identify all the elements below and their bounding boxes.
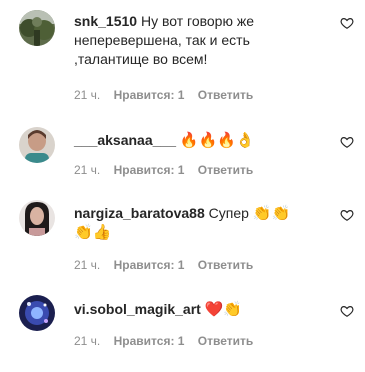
sparkle-art-avatar-icon [19, 295, 55, 331]
comment-meta: 21 ч. Нравится: 1 Ответить [74, 334, 263, 348]
comment-username[interactable]: vi.sobol_magik_art [74, 301, 201, 317]
comment-username[interactable]: nargiza_baratova88 [74, 205, 205, 221]
comment-username[interactable]: ___aksanaa___ [74, 132, 176, 148]
comment-emoji: 👏👏 [252, 204, 291, 222]
comment-text: Супер [208, 205, 249, 221]
comment-text: ,талантище во всем! [74, 51, 208, 67]
avatar[interactable] [19, 127, 55, 163]
reply-button[interactable]: Ответить [198, 258, 253, 272]
woman-photo-avatar-icon [19, 127, 55, 163]
avatar[interactable] [19, 295, 55, 331]
avatar[interactable] [19, 200, 55, 236]
likes-count-button[interactable]: Нравится: 1 [114, 163, 185, 177]
comment-username[interactable]: snk_1510 [74, 13, 137, 29]
like-heart-icon[interactable] [340, 304, 354, 318]
forest-photo-avatar-icon [19, 10, 55, 46]
comment-meta: 21 ч. Нравится: 1 Ответить [74, 88, 263, 102]
comment-meta: 21 ч. Нравится: 1 Ответить [74, 258, 263, 272]
reply-button[interactable]: Ответить [198, 334, 253, 348]
comment-time: 21 ч. [74, 163, 101, 177]
like-heart-icon[interactable] [340, 16, 354, 30]
likes-count-button[interactable]: Нравится: 1 [114, 258, 185, 272]
like-heart-icon[interactable] [340, 135, 354, 149]
comment-text: Ну вот говорю же [140, 13, 254, 29]
woman-dark-hair-avatar-icon [19, 200, 55, 236]
like-heart-icon[interactable] [340, 208, 354, 222]
comments-list: snk_1510 Ну вот говорю же неперевершена,… [0, 0, 365, 372]
reply-button[interactable]: Ответить [198, 88, 253, 102]
avatar[interactable] [19, 10, 55, 46]
comment-emoji: 👏👍 [74, 223, 112, 241]
comment-time: 21 ч. [74, 334, 101, 348]
comment-emoji: ❤️👏 [204, 300, 243, 318]
comment-emoji: 🔥🔥🔥👌 [179, 131, 255, 149]
likes-count-button[interactable]: Нравится: 1 [114, 88, 185, 102]
comment-text: неперевершена, так и есть [74, 32, 250, 48]
likes-count-button[interactable]: Нравится: 1 [114, 334, 185, 348]
reply-button[interactable]: Ответить [198, 163, 253, 177]
comment-time: 21 ч. [74, 88, 101, 102]
comment-meta: 21 ч. Нравится: 1 Ответить [74, 163, 263, 177]
comment-time: 21 ч. [74, 258, 101, 272]
